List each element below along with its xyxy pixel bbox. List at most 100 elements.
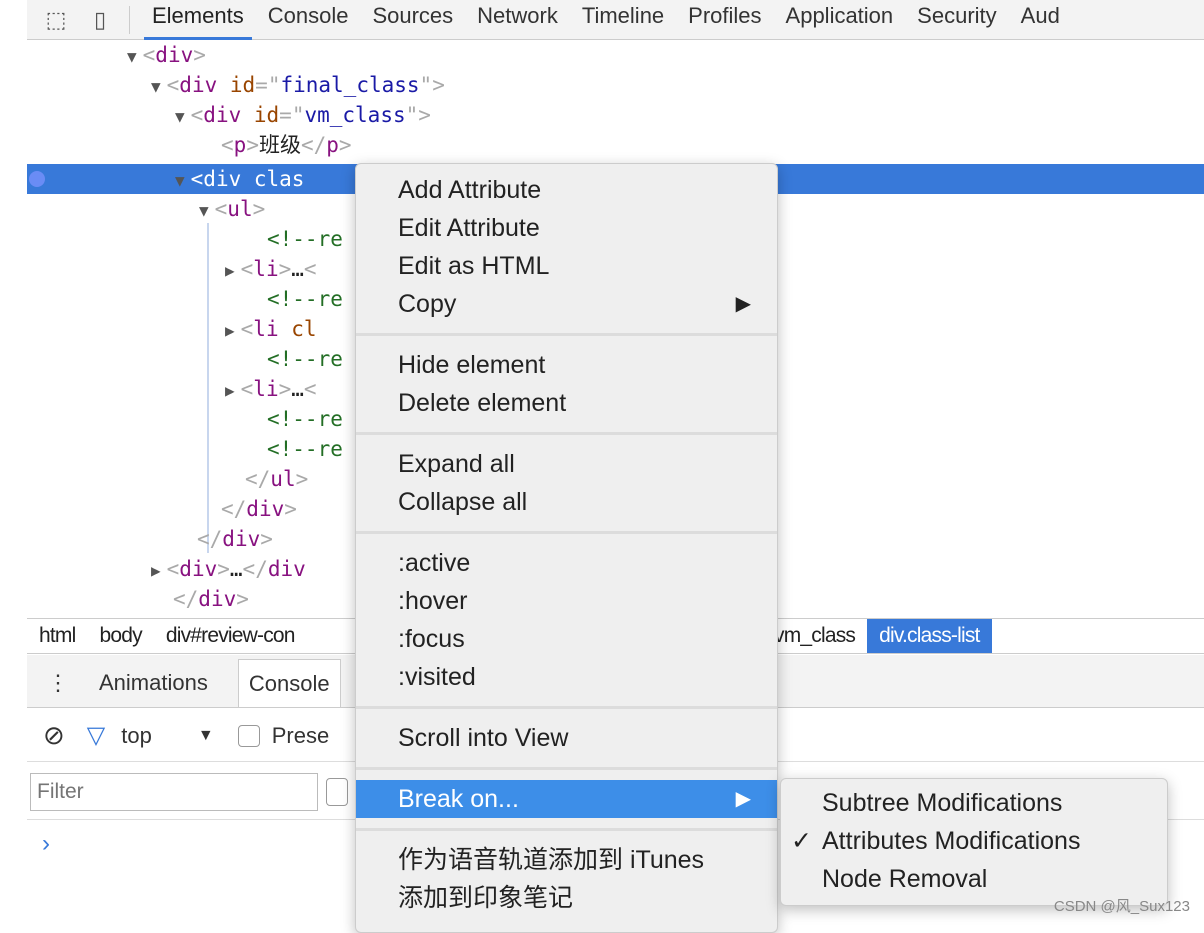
menu-item[interactable]: Hide element xyxy=(356,346,777,384)
node-token: clas xyxy=(253,167,305,191)
node-token: p xyxy=(233,133,247,157)
filter-input[interactable] xyxy=(30,773,318,811)
filter-icon[interactable]: ▽ xyxy=(87,721,105,750)
dom-node[interactable]: ▼ <div id="final_class"> xyxy=(27,70,1204,100)
submenu-item[interactable]: Node Removal xyxy=(781,860,1167,898)
menu-item[interactable]: :active xyxy=(356,544,777,582)
node-token: > xyxy=(295,467,309,491)
menu-item[interactable]: Add Attribute xyxy=(356,171,777,209)
node-token: div xyxy=(246,497,285,521)
expanded-triangle-icon[interactable]: ▼ xyxy=(127,47,137,66)
expanded-triangle-icon[interactable]: ▼ xyxy=(175,107,185,126)
menu-item-label: :hover xyxy=(398,587,468,615)
tab-security[interactable]: Security xyxy=(909,0,1004,40)
menu-item[interactable]: :visited xyxy=(356,658,777,696)
crumb-review[interactable]: div#review-con xyxy=(154,619,307,653)
crumb-html[interactable]: html xyxy=(27,619,87,653)
context-menu: Add Attribute Edit Attribute Edit as HTML C… xyxy=(355,163,778,933)
node-token: div xyxy=(179,557,218,581)
menu-item[interactable]: Delete element xyxy=(356,384,777,422)
node-token: < xyxy=(221,133,234,157)
dom-node[interactable]: ▼ <div id="vm_class"> xyxy=(27,100,1204,130)
node-token: div xyxy=(267,557,306,581)
menu-item[interactable]: :hover xyxy=(356,582,777,620)
menu-separator xyxy=(356,333,777,336)
dom-node[interactable]: <p>班级</p> xyxy=(27,130,1204,160)
submenu-arrow-icon: ▶ xyxy=(735,788,751,810)
menu-item[interactable]: Scroll into View xyxy=(356,719,777,757)
submenu-item[interactable]: ✓ Attributes Modifications xyxy=(781,822,1167,860)
node-token: <!--re xyxy=(267,407,343,431)
node-token: … xyxy=(229,557,243,581)
context-select[interactable]: top xyxy=(121,723,152,749)
drawer-menu-icon[interactable]: ⋮ xyxy=(27,659,89,707)
menu-item[interactable]: Collapse all xyxy=(356,483,777,521)
crumb-body[interactable]: body xyxy=(87,619,153,653)
node-token: li xyxy=(253,317,292,341)
node-token: > xyxy=(278,257,292,281)
menu-item[interactable]: 添加到印象笔记 xyxy=(356,879,777,917)
node-token: > xyxy=(236,587,249,611)
clear-console-icon[interactable]: ⊘ xyxy=(43,720,65,751)
submenu-item[interactable]: Subtree Modifications xyxy=(781,784,1167,822)
tab-elements[interactable]: Elements xyxy=(144,0,252,40)
node-token: < xyxy=(303,377,317,401)
node-marker xyxy=(29,171,45,187)
menu-item-label: Edit as HTML xyxy=(398,252,550,280)
menu-separator xyxy=(356,767,777,770)
tab-console[interactable]: Console xyxy=(237,659,341,707)
node-token: < xyxy=(303,257,317,281)
menu-item-label: :focus xyxy=(398,625,465,653)
expanded-triangle-icon[interactable]: ▼ xyxy=(151,77,161,96)
node-token: "> xyxy=(419,73,445,97)
node-token: final_class xyxy=(280,73,420,97)
menu-item[interactable]: Expand all xyxy=(356,445,777,483)
collapsed-triangle-icon[interactable]: ▶ xyxy=(225,261,235,280)
regex-checkbox[interactable] xyxy=(326,778,348,806)
collapsed-triangle-icon[interactable]: ▶ xyxy=(225,321,235,340)
node-token: … xyxy=(291,377,304,401)
node-token: div xyxy=(222,527,261,551)
tab-animations[interactable]: Animations xyxy=(89,659,218,707)
tab-application[interactable]: Application xyxy=(778,0,902,40)
tab-timeline[interactable]: Timeline xyxy=(574,0,672,40)
chevron-down-icon[interactable]: ▼ xyxy=(198,727,214,745)
menu-item[interactable]: Break on... ▶ xyxy=(356,780,777,818)
node-token: < xyxy=(240,317,254,341)
dom-node[interactable]: ▼ <div> xyxy=(27,40,1204,70)
node-token: </ xyxy=(300,133,327,157)
menu-separator xyxy=(356,432,777,435)
node-token: id xyxy=(229,73,256,97)
inspect-element-icon[interactable]: ⬚ xyxy=(41,5,71,35)
node-token: </ xyxy=(197,527,223,551)
menu-item[interactable]: Edit as HTML xyxy=(356,247,777,285)
device-mode-icon[interactable]: ▯ xyxy=(85,5,115,35)
preserve-log-label: Prese xyxy=(271,722,330,748)
expanded-triangle-icon[interactable]: ▼ xyxy=(199,201,209,220)
tab-profiles[interactable]: Profiles xyxy=(680,0,769,40)
menu-item[interactable]: :focus xyxy=(356,620,777,658)
menu-item[interactable]: Copy ▶ xyxy=(356,285,777,323)
console-prompt-icon[interactable]: › xyxy=(42,830,50,858)
node-token: div xyxy=(203,167,254,191)
collapsed-triangle-icon[interactable]: ▶ xyxy=(225,381,235,400)
tab-aud[interactable]: Aud xyxy=(1013,0,1068,40)
expanded-triangle-icon[interactable]: ▼ xyxy=(175,171,185,190)
node-token: <!--re xyxy=(267,437,343,461)
tab-network[interactable]: Network xyxy=(469,0,566,40)
menu-item-label: Scroll into View xyxy=(398,724,569,752)
crumb-class-list[interactable]: div.class-list xyxy=(867,619,992,653)
tab-console[interactable]: Console xyxy=(260,0,357,40)
menu-item-label: 作为语音轨道添加到 iTunes xyxy=(398,846,705,874)
node-token: div xyxy=(155,43,194,67)
node-token: < xyxy=(214,197,228,221)
collapsed-triangle-icon[interactable]: ▶ xyxy=(151,561,161,580)
node-token: div xyxy=(203,103,254,127)
tab-sources[interactable]: Sources xyxy=(364,0,461,40)
node-token: > xyxy=(193,43,206,67)
node-token: < xyxy=(240,377,254,401)
menu-separator xyxy=(356,706,777,709)
menu-item[interactable]: 作为语音轨道添加到 iTunes xyxy=(356,841,777,879)
menu-item[interactable]: Edit Attribute xyxy=(356,209,777,247)
preserve-log-checkbox[interactable] xyxy=(237,724,260,747)
